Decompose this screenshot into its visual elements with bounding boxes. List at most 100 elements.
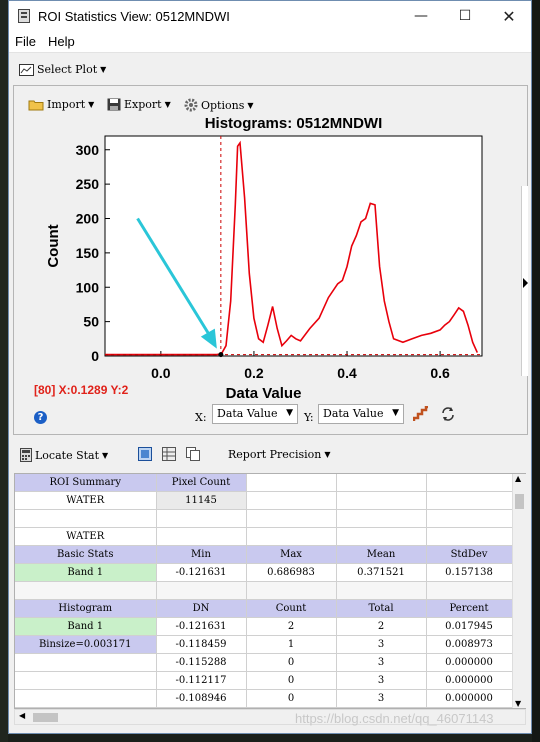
table-cell[interactable]: -0.121631 <box>156 563 247 582</box>
table-cell[interactable]: Count <box>246 599 337 618</box>
scrollbar-thumb[interactable] <box>33 713 58 722</box>
table-cell[interactable] <box>15 509 157 528</box>
table-cell[interactable] <box>426 581 513 600</box>
close-button[interactable]: ✕ <box>487 1 531 32</box>
histogram-chart[interactable]: Histograms: 0512MNDWI 0.0 0.2 0.4 0.6 0 50 100 1… <box>14 116 519 406</box>
x-tick-label: 0.6 <box>430 365 450 381</box>
table-cell[interactable]: Band 1 <box>15 563 157 582</box>
table-cell[interactable]: 11145 <box>156 491 247 510</box>
table-cell[interactable]: 0.157138 <box>426 563 513 582</box>
table-cell[interactable] <box>15 689 157 708</box>
table-cell[interactable]: 0.008973 <box>426 635 513 654</box>
stats-table[interactable]: ROI Summary Pixel Count WATER 11145 WATE… <box>14 473 526 709</box>
table-cell[interactable] <box>246 474 337 492</box>
table-cell[interactable] <box>246 491 337 510</box>
table-cell[interactable]: Histogram <box>15 599 157 618</box>
table-cell[interactable]: 0.017945 <box>426 617 513 636</box>
import-button[interactable]: Import ▼ <box>28 98 94 111</box>
refresh-icon[interactable] <box>440 406 456 422</box>
table-cell[interactable] <box>336 509 427 528</box>
expand-panel-arrow[interactable] <box>521 186 528 376</box>
table-cell[interactable] <box>15 653 157 672</box>
menu-file[interactable]: File <box>15 34 36 49</box>
watermark-text: https://blog.csdn.net/qq_46071143 <box>295 711 494 726</box>
table-cell[interactable]: Band 1 <box>15 617 157 636</box>
options-button[interactable]: Options ▼ <box>184 98 254 112</box>
table-cell[interactable]: DN <box>156 599 247 618</box>
scroll-down-icon[interactable]: ▼ <box>515 699 521 708</box>
table-cell[interactable]: WATER <box>15 527 157 546</box>
report-precision-button[interactable]: Report Precision ▼ <box>228 448 331 461</box>
table-cell[interactable] <box>426 509 513 528</box>
y-axis-select[interactable]: Data Value ▼ <box>318 404 404 424</box>
table-cell[interactable]: Percent <box>426 599 513 618</box>
table-cell[interactable]: 0.371521 <box>336 563 427 582</box>
table-cell[interactable]: 1 <box>246 635 337 654</box>
table-cell[interactable]: 0 <box>246 689 337 708</box>
table-cell[interactable] <box>246 581 337 600</box>
table-cell[interactable]: ROI Summary <box>15 474 157 492</box>
select-plot-button[interactable]: Select Plot ▼ <box>19 63 106 76</box>
scroll-up-icon[interactable]: ▲ <box>515 474 521 483</box>
table-cell[interactable] <box>15 581 157 600</box>
table-cell[interactable]: Min <box>156 545 247 564</box>
table-cell[interactable] <box>336 491 427 510</box>
table-cell[interactable]: Max <box>246 545 337 564</box>
table-cell[interactable]: 2 <box>336 617 427 636</box>
table-cell[interactable]: WATER <box>15 491 157 510</box>
multi-view-icon[interactable] <box>162 447 176 461</box>
menu-help[interactable]: Help <box>48 34 75 49</box>
table-cell[interactable] <box>156 509 247 528</box>
table-cell[interactable]: -0.118459 <box>156 635 247 654</box>
help-icon[interactable]: ? <box>34 411 47 424</box>
table-cell[interactable]: 3 <box>336 635 427 654</box>
copy-icon[interactable] <box>186 447 200 461</box>
table-cell[interactable]: Total <box>336 599 427 618</box>
maximize-button[interactable]: ☐ <box>443 1 487 32</box>
table-cell[interactable] <box>246 527 337 546</box>
vertical-scrollbar[interactable]: ▲ ▼ <box>512 474 526 708</box>
table-cell[interactable]: 0.686983 <box>246 563 337 582</box>
table-cell[interactable] <box>426 474 513 492</box>
table-cell[interactable]: 2 <box>246 617 337 636</box>
scrollbar-thumb[interactable] <box>515 494 524 509</box>
stairs-icon[interactable] <box>413 406 429 422</box>
table-cell[interactable]: 0 <box>246 671 337 690</box>
minimize-button[interactable]: — <box>399 1 443 32</box>
table-cell[interactable] <box>336 581 427 600</box>
table-cell[interactable]: -0.112117 <box>156 671 247 690</box>
table-cell[interactable]: -0.108946 <box>156 689 247 708</box>
table-cell[interactable]: 0.000000 <box>426 671 513 690</box>
y-axis-label: Y: <box>304 411 314 424</box>
table-cell[interactable]: Pixel Count <box>156 474 247 492</box>
single-view-icon[interactable] <box>138 447 152 461</box>
table-cell[interactable]: -0.121631 <box>156 617 247 636</box>
table-cell[interactable] <box>15 671 157 690</box>
table-cell[interactable]: 0 <box>246 653 337 672</box>
table-cell[interactable] <box>246 509 337 528</box>
table-cell[interactable]: Binsize=0.003171 <box>15 635 157 654</box>
table-cell[interactable]: Mean <box>336 545 427 564</box>
table-cell[interactable]: 3 <box>336 653 427 672</box>
export-button[interactable]: Export ▼ <box>107 98 171 111</box>
table-cell[interactable]: StdDev <box>426 545 513 564</box>
table-cell[interactable] <box>156 527 247 546</box>
table-cell[interactable]: 0.000000 <box>426 689 513 708</box>
scroll-left-icon[interactable]: ◀ <box>19 711 25 720</box>
table-cell[interactable] <box>336 527 427 546</box>
table-cell[interactable]: -0.115288 <box>156 653 247 672</box>
table-cell[interactable] <box>336 474 427 492</box>
table-cell[interactable]: 0.000000 <box>426 653 513 672</box>
table-cell[interactable]: 3 <box>336 671 427 690</box>
x-axis-label: Data Value <box>226 385 302 402</box>
y-axis-label: Count <box>45 224 62 267</box>
table-cell[interactable]: Basic Stats <box>15 545 157 564</box>
locate-stat-button[interactable]: Locate Stat ▼ <box>20 448 108 462</box>
x-axis-select[interactable]: Data Value ▼ <box>212 404 298 424</box>
table-cell[interactable]: 3 <box>336 689 427 708</box>
table-cell[interactable] <box>426 527 513 546</box>
title-bar: ROI Statistics View: 0512MNDWI — ☐ ✕ <box>9 1 531 32</box>
window-title: ROI Statistics View: 0512MNDWI <box>38 9 230 24</box>
table-cell[interactable] <box>426 491 513 510</box>
table-cell[interactable] <box>156 581 247 600</box>
